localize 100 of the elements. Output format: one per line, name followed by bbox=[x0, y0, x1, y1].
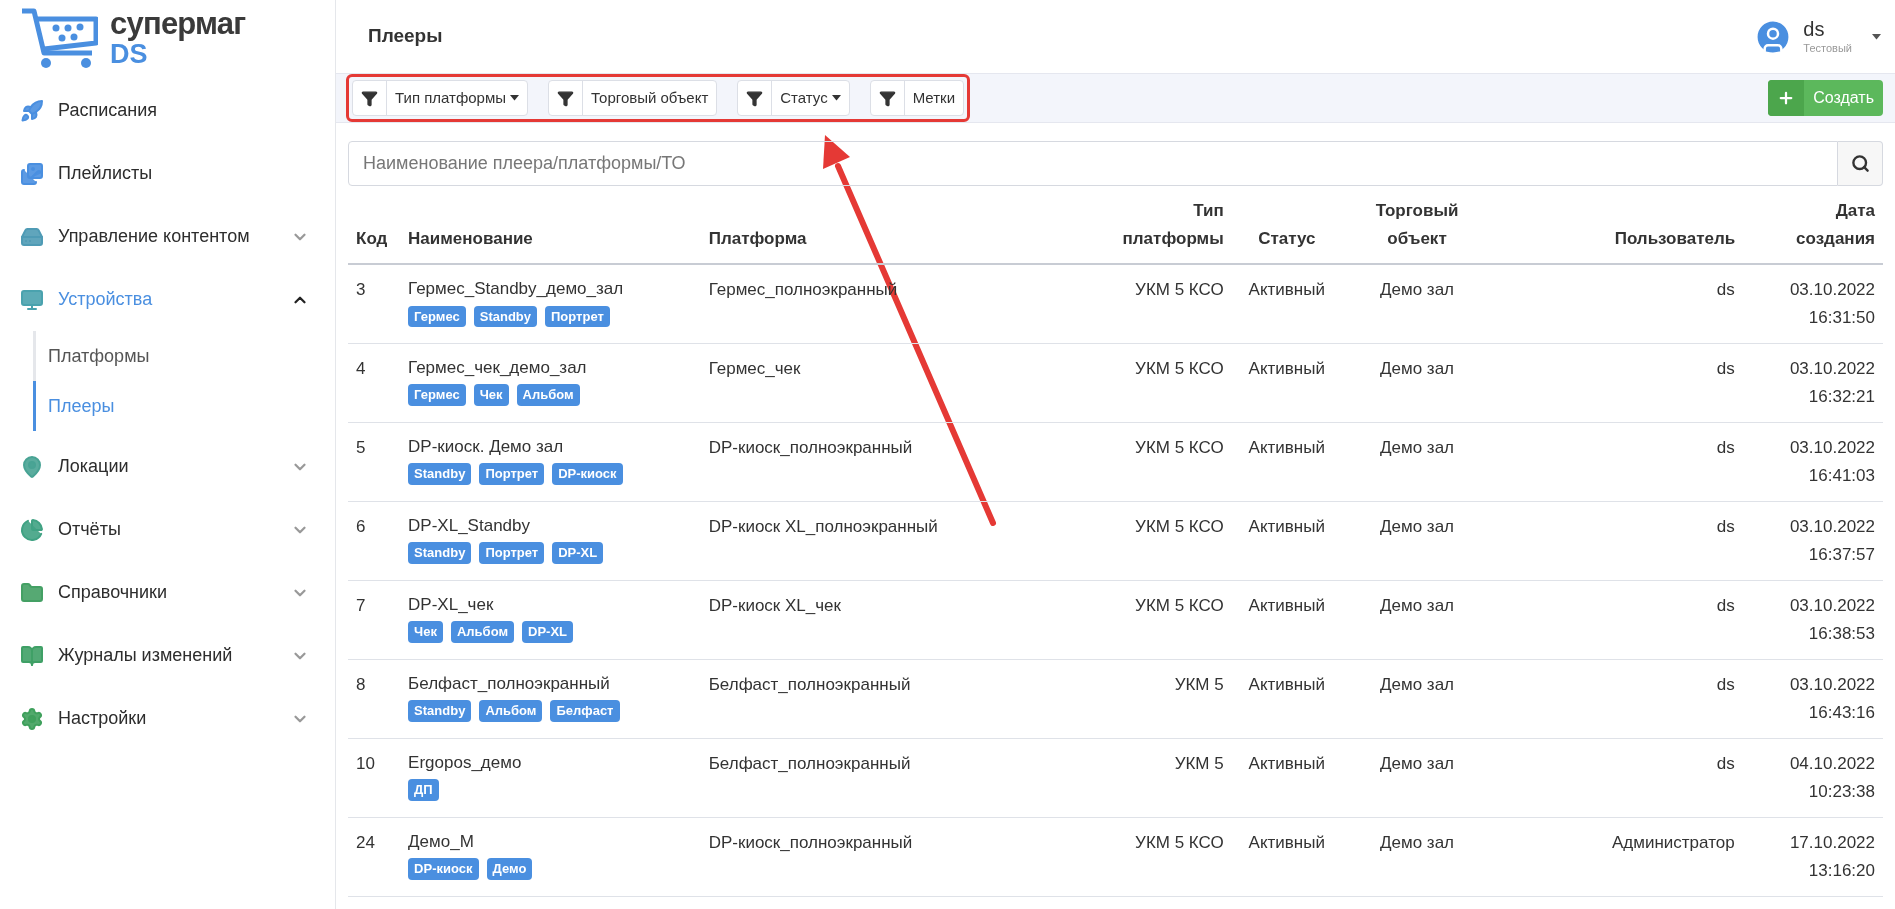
table-cell-text: Демо зал bbox=[1380, 357, 1455, 380]
table-cell-text: Демо зал bbox=[1380, 594, 1455, 617]
table-cell-text: УКМ 5 КСО bbox=[1135, 357, 1224, 380]
column-header: Код bbox=[356, 228, 388, 250]
folder-icon bbox=[20, 580, 44, 605]
tag: DP-киоск bbox=[552, 463, 623, 485]
table-cell-text: 5 bbox=[356, 436, 366, 459]
sidebar-subitem[interactable]: Платформы bbox=[33, 331, 335, 381]
settings-icon bbox=[20, 706, 44, 731]
table-cell-text: 03.10.2022 16:31:50 bbox=[1788, 279, 1875, 329]
table-cell-text: 8 bbox=[356, 673, 366, 696]
sidebar-item[interactable]: Управление контентом bbox=[0, 205, 335, 268]
table-cell-text: 03.10.2022 16:41:03 bbox=[1788, 436, 1875, 487]
user-name: ds bbox=[1803, 17, 1826, 43]
filter-button[interactable]: Метки bbox=[869, 80, 965, 116]
tag: DP-киоск bbox=[408, 858, 479, 880]
tag: Альбом bbox=[450, 621, 515, 643]
column-header: Пользователь bbox=[1614, 228, 1735, 250]
table-cell-text: УКМ 5 КСО bbox=[1135, 279, 1224, 301]
tag: Портрет bbox=[545, 305, 610, 327]
table-cell-text: Активный bbox=[1248, 436, 1325, 459]
table-cell-text: ds bbox=[1716, 752, 1735, 775]
monitor-icon bbox=[20, 287, 44, 312]
sidebar-item[interactable]: Локации bbox=[0, 435, 335, 498]
table-cell-text: 17.10.2022 13:16:20 bbox=[1788, 831, 1875, 882]
tag: Демо bbox=[486, 858, 533, 880]
table-cell-text: Гермес_Standby_демо_зал bbox=[408, 278, 625, 300]
table-cell-text: Демо зал bbox=[1380, 752, 1455, 775]
table-cell-text: Белфаст_полноэкранный bbox=[708, 673, 911, 696]
table-cell-text: УКМ 5 bbox=[1174, 752, 1224, 775]
sidebar-item[interactable]: Справочники bbox=[0, 561, 335, 624]
user-role: Тестовый bbox=[1803, 42, 1852, 56]
filter-button[interactable]: Торговый объект bbox=[548, 80, 718, 116]
tag: DP-XL bbox=[552, 542, 604, 564]
sidebar-item[interactable]: Журналы изменений bbox=[0, 624, 335, 687]
table-cell-text: УКМ 5 КСО bbox=[1135, 436, 1224, 459]
table-cell-text: DP-киоск XL_полноэкранный bbox=[708, 515, 938, 538]
table-cell-text: DP-киоск XL_чек bbox=[708, 594, 841, 617]
sidebar-item[interactable]: Плейлисты bbox=[0, 142, 335, 205]
column-header: Торговый объект bbox=[1374, 200, 1460, 250]
table-cell-text: Белфаст_полноэкранный bbox=[408, 672, 611, 695]
table-cell-text: Гермес_чек_демо_зал bbox=[408, 356, 588, 379]
tag: Альбом bbox=[479, 700, 543, 722]
table-cell-text: Демо зал bbox=[1380, 279, 1455, 301]
logo-title: супермаг bbox=[110, 8, 246, 39]
tag: Standby bbox=[408, 700, 472, 722]
sidebar-item[interactable]: Настройки bbox=[0, 687, 335, 750]
tag: Standby bbox=[473, 305, 537, 327]
column-header: Наименование bbox=[408, 228, 533, 250]
tag: ДП bbox=[408, 779, 439, 801]
caret-icon[interactable] bbox=[1872, 33, 1881, 40]
column-header: Дата создания bbox=[1795, 200, 1875, 250]
table-cell-text: Активный bbox=[1248, 515, 1325, 538]
table-cell-text: Демо зал bbox=[1380, 515, 1455, 538]
column-header: Тип платформы bbox=[1121, 200, 1224, 250]
sidebar-item[interactable]: Расписания bbox=[0, 79, 335, 142]
table-cell-text: Активный bbox=[1248, 594, 1325, 617]
tag: DP-XL bbox=[522, 621, 574, 643]
table-cell-text: DP-XL_чек bbox=[408, 593, 495, 616]
table-cell-text: Демо_М bbox=[408, 830, 475, 853]
filter-icon bbox=[746, 89, 764, 107]
table-cell-text: 6 bbox=[356, 515, 366, 538]
table-cell-text: 10 bbox=[356, 752, 375, 775]
table-cell-text: Активный bbox=[1248, 357, 1325, 380]
filter-icon bbox=[361, 89, 378, 107]
table-cell-text: ds bbox=[1716, 357, 1735, 380]
table-cell-text: 03.10.2022 16:38:53 bbox=[1788, 594, 1875, 645]
table-cell-text: Демо зал bbox=[1380, 673, 1455, 696]
table-cell-text: DP-киоск_полноэкранный bbox=[708, 436, 913, 459]
table-cell-text: Администратор bbox=[1612, 831, 1735, 854]
tag: Standby bbox=[408, 542, 472, 564]
table-cell-text: 3 bbox=[356, 279, 366, 301]
tag: Белфаст bbox=[550, 700, 620, 722]
tag: Гермес bbox=[408, 305, 466, 327]
column-header: Платформа bbox=[708, 228, 807, 250]
sidebar-item[interactable]: Отчёты bbox=[0, 498, 335, 561]
tag: Альбом bbox=[516, 384, 580, 406]
table-cell-text: Ergopos_демо bbox=[408, 751, 523, 774]
search-icon bbox=[1850, 154, 1870, 173]
table-cell-text: УКМ 5 КСО bbox=[1135, 594, 1224, 617]
pie-chart-icon bbox=[20, 517, 44, 542]
tag: Портрет bbox=[479, 542, 545, 564]
table-cell-text: 04.10.2022 10:23:38 bbox=[1788, 752, 1875, 803]
table-cell-text: DP-XL_Standby bbox=[408, 514, 531, 537]
table-cell-text: УКМ 5 bbox=[1174, 673, 1224, 696]
tag: Портрет bbox=[479, 463, 545, 485]
table-cell-text: УКМ 5 КСО bbox=[1135, 515, 1224, 538]
table-cell-text: 03.10.2022 16:37:57 bbox=[1788, 515, 1875, 566]
tag: Чек bbox=[473, 384, 509, 406]
tag: Чек bbox=[408, 621, 443, 643]
table-cell-text: ds bbox=[1716, 436, 1735, 459]
search-button[interactable] bbox=[1838, 141, 1883, 186]
table-cell-text: Активный bbox=[1248, 279, 1325, 301]
filter-button[interactable]: Статус bbox=[737, 80, 850, 116]
table-cell-text: Демо зал bbox=[1380, 436, 1455, 459]
rocket-icon bbox=[20, 98, 44, 123]
filter-button[interactable]: Тип платформы bbox=[352, 80, 529, 116]
search-field[interactable]: Наименование плеера/платформы/ТО bbox=[348, 141, 1838, 186]
table-cell-text: 4 bbox=[356, 357, 366, 380]
table-cell-text: УКМ 5 КСО bbox=[1135, 831, 1224, 854]
